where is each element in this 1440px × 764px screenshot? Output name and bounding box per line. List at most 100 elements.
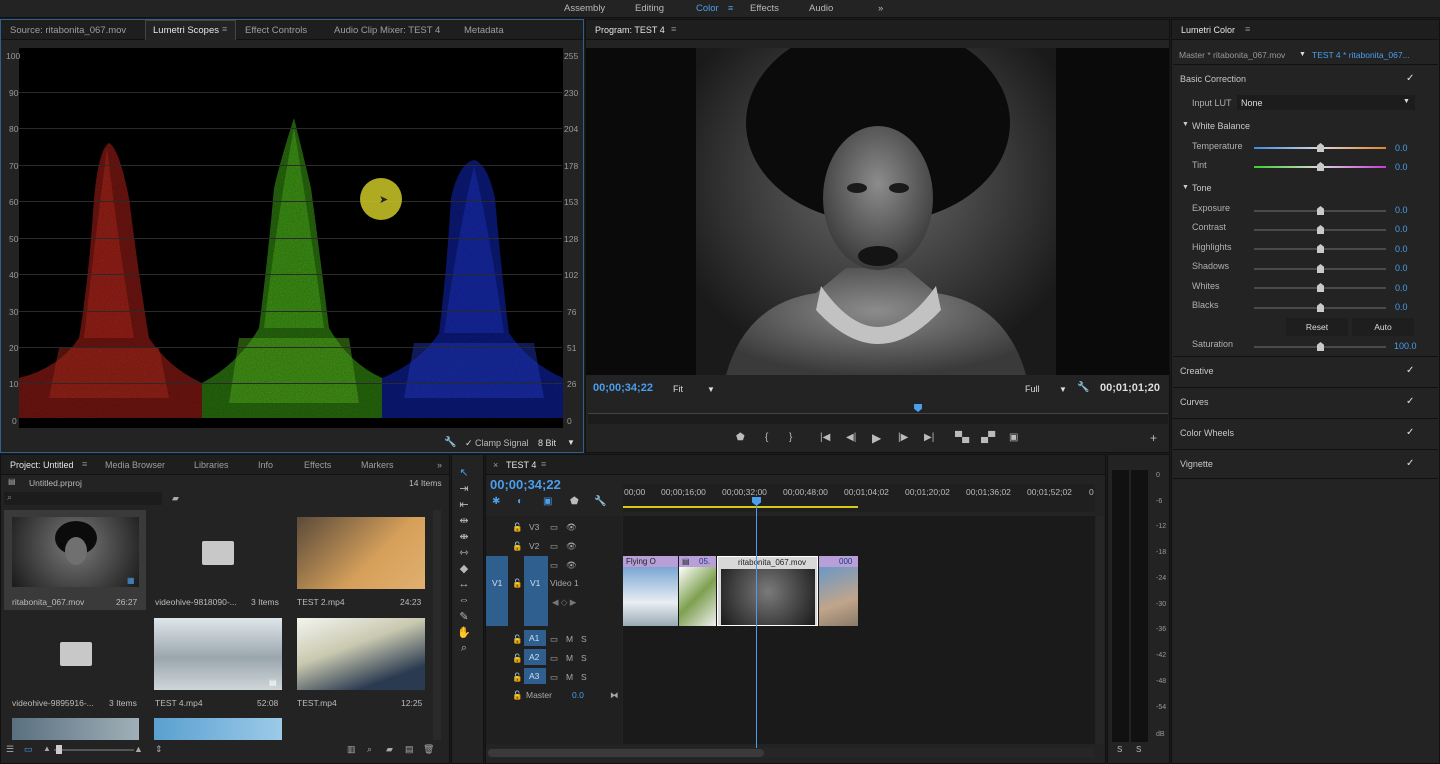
project-item-thumbnail[interactable] xyxy=(12,718,139,740)
vignette-header[interactable]: Vignette xyxy=(1180,459,1213,469)
new-bin-icon[interactable]: ▰ xyxy=(172,493,179,504)
timeline-playhead-line[interactable] xyxy=(756,504,757,752)
tint-slider[interactable] xyxy=(1254,162,1386,171)
timeline-clip[interactable]: ▤ 05. xyxy=(679,556,716,626)
temperature-slider[interactable] xyxy=(1254,143,1386,152)
lumetri-master-clip[interactable]: Master * ritabonita_067.mov xyxy=(1179,50,1285,60)
toggle-sync-icon[interactable]: ▭ xyxy=(550,634,558,645)
hand-tool-icon[interactable]: ✋ xyxy=(457,626,471,640)
lock-icon[interactable]: 🔓 xyxy=(512,634,523,645)
mute-button[interactable]: M xyxy=(566,672,573,682)
track-target-a3[interactable]: A3 xyxy=(524,668,546,684)
go-to-out-icon[interactable]: ▶| xyxy=(924,432,934,443)
track-label-v2[interactable]: V2 xyxy=(529,541,539,551)
workspace-menu-icon[interactable]: ≡ xyxy=(728,3,733,13)
creative-checkbox[interactable]: ✓ xyxy=(1406,365,1414,376)
thumb-size-slider[interactable] xyxy=(54,745,134,754)
toggle-sync-icon[interactable]: ▭ xyxy=(550,522,558,533)
automate-to-sequence-icon[interactable]: ▥ xyxy=(347,744,356,755)
extract-icon[interactable]: ▄▀ xyxy=(981,432,995,443)
snap-icon[interactable]: ✱ xyxy=(492,496,500,507)
color-wheels-checkbox[interactable]: ✓ xyxy=(1406,427,1414,438)
lock-icon[interactable]: 🔓 xyxy=(512,522,523,533)
contrast-slider[interactable] xyxy=(1254,225,1386,234)
step-back-icon[interactable]: ◀| xyxy=(846,432,856,443)
quality-select[interactable]: Full xyxy=(1025,384,1040,394)
trash-icon[interactable]: 🗑 xyxy=(423,744,434,755)
slide-tool-icon[interactable]: ⇔ xyxy=(457,594,471,608)
list-view-icon[interactable]: ☰ xyxy=(6,744,14,755)
highlights-slider[interactable] xyxy=(1254,244,1386,253)
lift-icon[interactable]: ▀▄ xyxy=(955,432,969,443)
workspace-overflow-icon[interactable]: » xyxy=(878,3,883,14)
shadows-value[interactable]: 0.0 xyxy=(1395,263,1408,273)
new-item-icon[interactable]: ▤ xyxy=(405,744,414,755)
workspace-color[interactable]: Color xyxy=(696,3,719,14)
solo-left-button[interactable]: S xyxy=(1117,745,1122,754)
clamp-signal-checkbox[interactable]: ✓ xyxy=(465,438,473,449)
timeline-clip[interactable]: Flying O xyxy=(623,556,678,626)
exposure-value[interactable]: 0.0 xyxy=(1395,205,1408,215)
export-frame-icon[interactable]: ▣ xyxy=(1009,432,1018,443)
vignette-checkbox[interactable]: ✓ xyxy=(1406,458,1414,469)
play-icon[interactable]: ▶ xyxy=(872,431,881,445)
tab-libraries[interactable]: Libraries xyxy=(194,460,229,470)
zoom-chevron-icon[interactable]: ▼ xyxy=(707,385,715,394)
basic-correction-header[interactable]: Basic Correction xyxy=(1180,74,1246,84)
slip-tool-icon[interactable]: ↔ xyxy=(457,578,471,592)
bit-depth-select[interactable]: 8 Bit xyxy=(538,438,556,448)
white-balance-header[interactable]: White Balance xyxy=(1192,121,1250,131)
timeline-horizontal-scrollbar[interactable] xyxy=(486,748,1094,758)
tint-value[interactable]: 0.0 xyxy=(1395,162,1408,172)
program-menu-icon[interactable]: ≡ xyxy=(671,24,676,34)
track-target-a1[interactable]: A1 xyxy=(524,630,546,646)
chevron-down-icon[interactable]: ▼ xyxy=(567,438,575,447)
lumetri-title[interactable]: Lumetri Color xyxy=(1181,25,1235,35)
master-volume-value[interactable]: 0.0 xyxy=(572,690,584,700)
toggle-sync-icon[interactable]: ▭ xyxy=(550,541,558,552)
contrast-value[interactable]: 0.0 xyxy=(1395,224,1408,234)
mark-in-icon[interactable]: { xyxy=(765,432,768,443)
settings-wrench-icon[interactable]: 🔧 xyxy=(1077,382,1089,393)
exposure-slider[interactable] xyxy=(1254,206,1386,215)
white-balance-expand-icon[interactable]: ▼ xyxy=(1182,121,1189,128)
tone-header[interactable]: Tone xyxy=(1192,183,1212,193)
lock-icon[interactable]: 🔓 xyxy=(512,578,523,589)
creative-header[interactable]: Creative xyxy=(1180,366,1214,376)
project-item-thumbnail[interactable] xyxy=(154,718,282,740)
blacks-value[interactable]: 0.0 xyxy=(1395,302,1408,312)
whites-value[interactable]: 0.0 xyxy=(1395,283,1408,293)
timeline-clip[interactable]: 000 xyxy=(819,556,858,626)
project-scrollbar[interactable] xyxy=(433,510,441,740)
project-menu-icon[interactable]: ≡ xyxy=(82,459,87,469)
program-title[interactable]: Program: TEST 4 xyxy=(595,25,665,35)
mute-button[interactable]: M xyxy=(566,653,573,663)
track-name-video1[interactable]: Video 1 xyxy=(550,578,579,588)
go-to-edit-point-icon[interactable]: ⧓ xyxy=(610,690,619,701)
tone-expand-icon[interactable]: ▼ xyxy=(1182,184,1189,191)
lumetri-master-chevron-icon[interactable]: ▼ xyxy=(1299,51,1306,58)
saturation-slider[interactable] xyxy=(1254,342,1386,351)
program-playhead[interactable] xyxy=(914,404,923,412)
workspace-audio[interactable]: Audio xyxy=(809,3,833,14)
timeline-clip-selected[interactable]: ritabonita_067.mov xyxy=(717,556,818,626)
tabs-overflow-icon[interactable]: » xyxy=(437,460,442,470)
toggle-sync-icon[interactable]: ▭ xyxy=(550,672,558,683)
find-icon[interactable]: ⌕ xyxy=(367,744,372,755)
pen-tool-icon[interactable]: ✎ xyxy=(457,610,471,624)
razor-tool-icon[interactable]: ⇿ xyxy=(457,546,471,560)
project-search-input[interactable]: ⌕ xyxy=(4,492,162,505)
selection-tool-icon[interactable]: ↖ xyxy=(457,466,471,480)
solo-button[interactable]: S xyxy=(581,672,587,682)
input-lut-select[interactable]: None ▼ xyxy=(1237,95,1415,110)
lumetri-sequence-clip[interactable]: TEST 4 * ritabonita_067... xyxy=(1312,50,1410,60)
add-marker-timeline-icon[interactable]: ⬟ xyxy=(570,496,579,507)
highlights-value[interactable]: 0.0 xyxy=(1395,244,1408,254)
tab-source[interactable]: Source: ritabonita_067.mov xyxy=(10,25,126,36)
button-editor-plus-icon[interactable]: + xyxy=(1150,431,1157,445)
linked-selection-icon[interactable]: ◐ xyxy=(517,496,523,507)
auto-button[interactable]: Auto xyxy=(1352,318,1414,336)
tab-markers[interactable]: Markers xyxy=(361,460,394,470)
solo-right-button[interactable]: S xyxy=(1136,745,1141,754)
color-wheels-header[interactable]: Color Wheels xyxy=(1180,428,1234,438)
